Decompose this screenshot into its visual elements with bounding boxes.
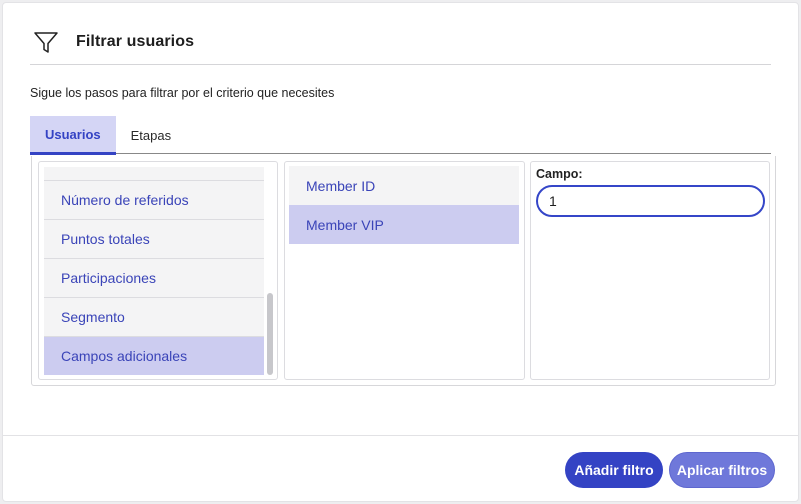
filter-steps-panel: Número de referidos Puntos totales Parti… bbox=[31, 156, 776, 386]
tab-bar: Usuarios Etapas bbox=[30, 116, 771, 155]
tab-etapas[interactable]: Etapas bbox=[116, 116, 186, 154]
field-item-member-id[interactable]: Member ID bbox=[289, 166, 519, 205]
dialog-title: Filtrar usuarios bbox=[76, 33, 195, 50]
add-filter-button[interactable]: Añadir filtro bbox=[565, 452, 663, 488]
criteria-item-campos-adicionales[interactable]: Campos adicionales bbox=[44, 337, 264, 375]
dialog-header: Filtrar usuarios bbox=[33, 28, 194, 56]
criteria-item-participaciones[interactable]: Participaciones bbox=[44, 259, 264, 298]
dialog-subtitle: Sigue los pasos para filtrar por el crit… bbox=[30, 86, 335, 100]
filter-users-dialog: Filtrar usuarios Sigue los pasos para fi… bbox=[2, 2, 799, 502]
criteria-item-segmento[interactable]: Segmento bbox=[44, 298, 264, 337]
tab-usuarios[interactable]: Usuarios bbox=[30, 116, 116, 155]
criteria-list: Número de referidos Puntos totales Parti… bbox=[44, 167, 264, 375]
filter-icon bbox=[33, 29, 59, 55]
criteria-scrollbar[interactable] bbox=[267, 166, 275, 376]
header-divider bbox=[30, 64, 771, 65]
criteria-item-puntos-totales[interactable]: Puntos totales bbox=[44, 220, 264, 259]
criteria-item-partial[interactable] bbox=[44, 167, 264, 181]
criteria-item-referidos[interactable]: Número de referidos bbox=[44, 181, 264, 220]
field-item-member-vip[interactable]: Member VIP bbox=[289, 205, 519, 244]
scrollbar-thumb[interactable] bbox=[267, 293, 273, 375]
value-pane: Campo: bbox=[530, 161, 770, 380]
campo-input[interactable] bbox=[536, 185, 765, 217]
fields-pane: Member ID Member VIP bbox=[284, 161, 525, 380]
footer-divider bbox=[3, 435, 798, 436]
criteria-pane: Número de referidos Puntos totales Parti… bbox=[38, 161, 278, 380]
campo-label: Campo: bbox=[536, 167, 583, 181]
fields-list: Member ID Member VIP bbox=[289, 166, 519, 244]
apply-filters-button[interactable]: Aplicar filtros bbox=[669, 452, 775, 488]
